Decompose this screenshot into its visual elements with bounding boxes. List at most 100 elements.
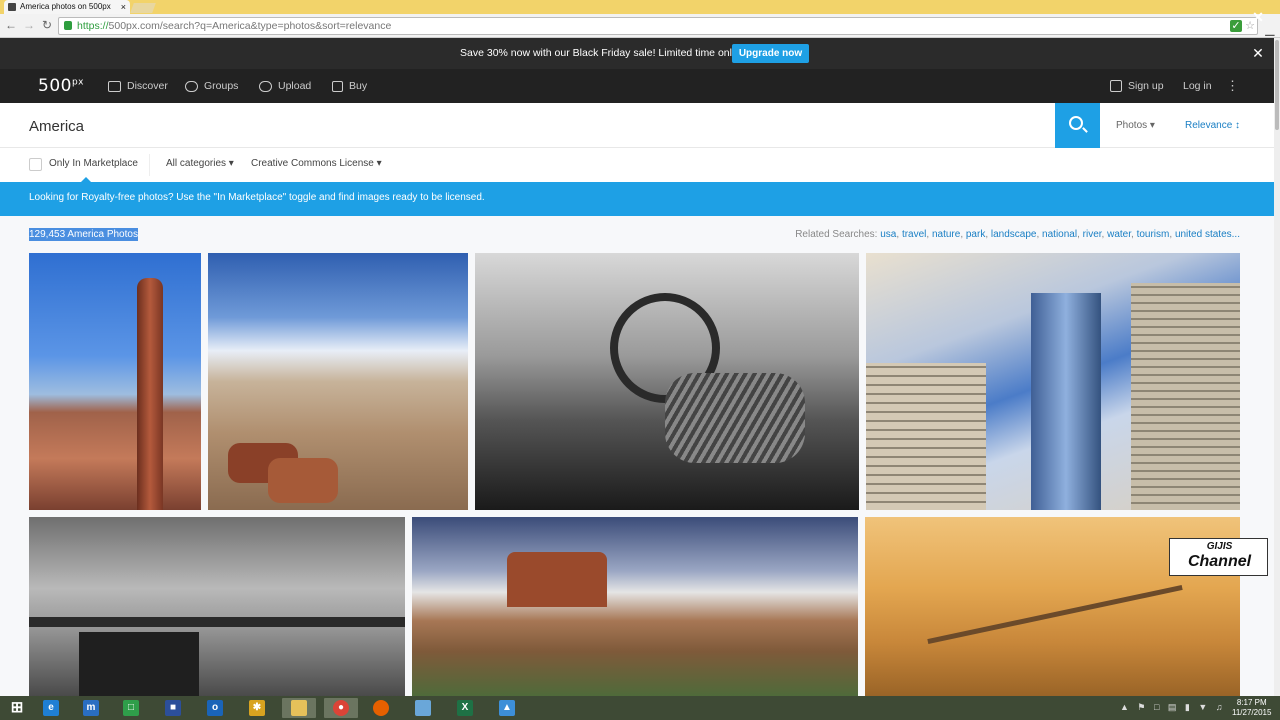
pier bbox=[29, 617, 405, 627]
photo-tile[interactable] bbox=[475, 253, 859, 510]
photo-tile[interactable] bbox=[29, 517, 405, 696]
info-banner: Looking for Royalty-free photos? Use the… bbox=[0, 182, 1274, 216]
rock-formation bbox=[507, 552, 607, 607]
taskbar-app[interactable]: m bbox=[74, 698, 108, 718]
related-link[interactable]: national bbox=[1042, 229, 1077, 240]
banner-close-icon[interactable]: ✕ bbox=[1250, 9, 1266, 25]
upgrade-button[interactable]: Upgrade now bbox=[732, 44, 809, 63]
clock[interactable]: 8:17 PM 11/27/2015 bbox=[1232, 698, 1271, 718]
rock-spire bbox=[137, 278, 163, 510]
firefox-icon bbox=[373, 700, 389, 716]
taskbar: ⊞ e m □ ■ o ✱ ● X ▲ ▲ ⚑ □ ▤ ▮ ▼ ♫ 8:17 P… bbox=[0, 696, 1280, 720]
ie-icon: e bbox=[43, 700, 59, 716]
related-link[interactable]: nature bbox=[932, 229, 960, 240]
channel-watermark: GIJIS Channel bbox=[1169, 538, 1268, 576]
petrified-log bbox=[268, 458, 338, 503]
taskbar-ie[interactable]: e bbox=[34, 698, 68, 718]
marketplace-label[interactable]: Only In Marketplace bbox=[49, 158, 138, 169]
skyscraper bbox=[1131, 283, 1240, 510]
related-link[interactable]: usa bbox=[880, 229, 896, 240]
site-nav: 500px Discover Groups Upload Buy Sign up… bbox=[0, 69, 1274, 103]
logo[interactable]: 500px bbox=[38, 76, 84, 96]
related-link[interactable]: travel bbox=[902, 229, 926, 240]
highway bbox=[927, 585, 1183, 644]
related-link[interactable]: river bbox=[1083, 229, 1102, 240]
nav-buy[interactable]: Buy bbox=[332, 69, 367, 103]
app-icon: ✱ bbox=[249, 700, 265, 716]
extension-icon[interactable]: ✓ bbox=[1230, 20, 1242, 32]
taskbar-outlook[interactable]: o bbox=[198, 698, 232, 718]
reload-icon[interactable]: ↻ bbox=[40, 18, 54, 32]
back-icon[interactable]: ← bbox=[4, 18, 18, 32]
taskbar-chrome[interactable]: ● bbox=[324, 698, 358, 718]
forward-icon[interactable]: → bbox=[22, 18, 36, 32]
bag-icon bbox=[332, 80, 343, 92]
categories-dropdown[interactable]: All categories ▾ bbox=[166, 158, 234, 169]
clock-time: 8:17 PM bbox=[1236, 698, 1267, 707]
scrollbar-thumb[interactable] bbox=[1275, 40, 1279, 130]
start-button[interactable]: ⊞ bbox=[0, 698, 34, 718]
taskbar-app[interactable]: ■ bbox=[156, 698, 190, 718]
taskbar-firefox[interactable] bbox=[364, 698, 398, 718]
favicon-icon bbox=[8, 3, 16, 11]
new-tab-button[interactable] bbox=[130, 3, 156, 13]
banner-text: Looking for Royalty-free photos? Use the… bbox=[29, 192, 485, 203]
app-icon bbox=[415, 700, 431, 716]
related-link[interactable]: landscape bbox=[991, 229, 1037, 240]
related-link[interactable]: park bbox=[966, 229, 985, 240]
system-tray[interactable]: ▲ ⚑ □ ▤ ▮ ▼ ♫ bbox=[1120, 702, 1226, 713]
filter-bar: Only In Marketplace All categories ▾ Cre… bbox=[0, 148, 1274, 183]
promo-bar: Save 30% now with our Black Friday sale!… bbox=[0, 38, 1274, 69]
nav-discover[interactable]: Discover bbox=[108, 69, 168, 103]
license-dropdown[interactable]: Creative Commons License ▾ bbox=[251, 158, 382, 169]
image-icon bbox=[108, 80, 121, 92]
type-dropdown[interactable]: Photos ▾ bbox=[1116, 103, 1155, 148]
photo-tile[interactable] bbox=[866, 253, 1240, 510]
photo-tile[interactable] bbox=[412, 517, 858, 696]
tab-close-icon[interactable]: × bbox=[121, 0, 126, 14]
browser-tab-strip bbox=[0, 0, 1280, 14]
page-scrollbar[interactable] bbox=[1274, 38, 1280, 696]
search-input[interactable] bbox=[29, 115, 929, 137]
watermark-top: GIJIS bbox=[1206, 541, 1233, 552]
related-searches: Related Searches: usa, travel, nature, p… bbox=[795, 229, 1240, 240]
related-label: Related Searches: bbox=[795, 229, 878, 240]
nav-upload[interactable]: Upload bbox=[259, 69, 311, 103]
watermark-bottom: Channel bbox=[1187, 553, 1252, 570]
rope-coil bbox=[665, 373, 805, 463]
marketplace-checkbox[interactable] bbox=[29, 158, 42, 171]
promo-close-icon[interactable]: ✕ bbox=[1250, 45, 1266, 61]
drive-icon: ▲ bbox=[499, 700, 515, 716]
app-icon: ■ bbox=[165, 700, 181, 716]
related-link[interactable]: water bbox=[1107, 229, 1131, 240]
search-button[interactable] bbox=[1055, 103, 1100, 148]
log-in-link[interactable]: Log in bbox=[1183, 69, 1212, 103]
skyscraper bbox=[1031, 293, 1101, 510]
taskbar-app[interactable]: ✱ bbox=[240, 698, 274, 718]
app-icon: □ bbox=[123, 700, 139, 716]
user-icon bbox=[1110, 80, 1122, 93]
url-field[interactable]: https://500px.com/search?q=America&type=… bbox=[58, 17, 1258, 35]
search-bar: Photos ▾ Relevance ↕ bbox=[0, 103, 1274, 148]
related-link[interactable]: united states bbox=[1175, 229, 1232, 240]
skyscraper bbox=[866, 363, 986, 510]
taskbar-app[interactable] bbox=[406, 698, 440, 718]
divider bbox=[149, 154, 150, 176]
taskbar-app[interactable]: □ bbox=[114, 698, 148, 718]
clock-date: 11/27/2015 bbox=[1232, 708, 1272, 717]
related-link[interactable]: tourism bbox=[1137, 229, 1170, 240]
nav-groups[interactable]: Groups bbox=[185, 69, 238, 103]
folder-icon bbox=[291, 700, 307, 716]
taskbar-excel[interactable]: X bbox=[448, 698, 482, 718]
browser-tab[interactable]: America photos on 500px × bbox=[4, 0, 130, 14]
taskbar-explorer[interactable] bbox=[282, 698, 316, 718]
sort-dropdown[interactable]: Relevance ↕ bbox=[1185, 103, 1240, 148]
photo-tile[interactable] bbox=[208, 253, 468, 510]
sign-up-link[interactable]: Sign up bbox=[1110, 69, 1164, 103]
outlook-icon: o bbox=[207, 700, 223, 716]
more-menu-icon[interactable]: ⋮ bbox=[1226, 69, 1239, 103]
chat-icon bbox=[185, 80, 198, 92]
taskbar-app[interactable]: ▲ bbox=[490, 698, 524, 718]
lock-icon bbox=[64, 21, 72, 30]
photo-tile[interactable] bbox=[29, 253, 201, 510]
